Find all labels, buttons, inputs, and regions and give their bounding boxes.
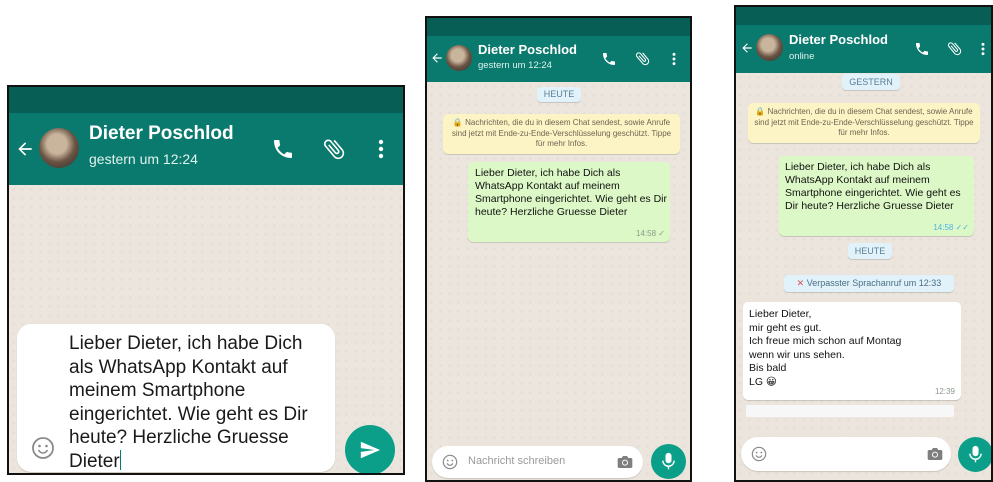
camera-icon[interactable]	[617, 455, 633, 469]
attachment-icon[interactable]	[634, 50, 651, 67]
chat-header: Dieter Poschlod gestern um 12:24	[9, 113, 403, 185]
message-input-bar[interactable]: Nachricht schreiben	[432, 446, 643, 478]
message-input[interactable]: Lieber Dieter, ich habe Dich als WhatsAp…	[69, 332, 319, 473]
encryption-notice[interactable]: 🔒 Nachrichten, die du in diesem Chat sen…	[748, 103, 980, 143]
message-text: Lieber Dieter, mir geht es gut. Ich freu…	[749, 308, 901, 389]
menu-icon[interactable]	[670, 51, 678, 67]
contact-name[interactable]: Dieter Poschlod	[89, 123, 234, 145]
phone-icon[interactable]	[271, 137, 295, 161]
phone-icon[interactable]	[914, 41, 930, 57]
date-chip-yesterday: GESTERN	[842, 74, 900, 90]
message-line: mir geht es gut.	[749, 321, 822, 334]
emoji-icon[interactable]	[31, 436, 55, 460]
message-line: LG 😀	[749, 375, 777, 388]
message-line: Bis bald	[749, 362, 787, 374]
missed-call-icon: ✕	[796, 278, 805, 288]
date-chip: HEUTE	[537, 87, 581, 102]
last-seen: gestern um 12:24	[478, 60, 552, 71]
encryption-notice[interactable]: 🔒 Nachrichten, die du in diesem Chat sen…	[443, 114, 680, 154]
avatar[interactable]	[756, 34, 783, 61]
contact-name[interactable]: Dieter Poschlod	[789, 32, 888, 47]
date-chip-today: HEUTE	[848, 243, 892, 259]
message-input[interactable]: Nachricht schreiben	[468, 455, 565, 467]
menu-icon[interactable]	[375, 137, 387, 161]
message-line: Lieber Dieter,	[749, 308, 812, 320]
chat-header: Dieter Poschlod online	[736, 25, 991, 73]
screenshot-sent: Dieter Poschlod gestern um 12:24 HEUTE 🔒…	[425, 16, 692, 482]
message-time: 12:39	[934, 387, 955, 396]
message-input-bar[interactable]	[741, 437, 951, 471]
voice-button[interactable]	[958, 437, 991, 472]
missed-call-text: Verpasster Sprachanruf um 12:33	[806, 278, 942, 288]
message-line: wenn wir uns sehen.	[749, 348, 845, 361]
chat-header: Dieter Poschlod gestern um 12:24	[427, 36, 690, 82]
message-text: Lieber Dieter, ich habe Dich als WhatsAp…	[475, 167, 668, 218]
microphone-icon	[662, 452, 675, 470]
send-icon	[360, 441, 381, 459]
microphone-icon	[969, 445, 982, 463]
status-bar	[736, 7, 991, 25]
status-bar	[9, 87, 403, 113]
back-arrow-icon[interactable]	[430, 51, 444, 65]
typing-strip	[746, 405, 954, 417]
missed-call-notice[interactable]: ✕ Verpasster Sprachanruf um 12:33	[784, 275, 954, 292]
attachment-icon[interactable]	[321, 136, 347, 162]
back-arrow-icon[interactable]	[740, 41, 754, 55]
send-button[interactable]	[345, 425, 395, 473]
compose-box[interactable]: Lieber Dieter, ich habe Dich als WhatsAp…	[17, 324, 335, 472]
received-message[interactable]: Lieber Dieter, mir geht es gut. Ich freu…	[743, 302, 961, 400]
emoji-icon[interactable]	[751, 446, 767, 462]
screenshot-compose: Dieter Poschlod gestern um 12:24 Lieber …	[7, 85, 405, 475]
online-status: online	[789, 51, 815, 62]
message-text: Lieber Dieter, ich habe Dich als WhatsAp…	[785, 161, 961, 212]
phone-icon[interactable]	[601, 51, 617, 67]
attachment-icon[interactable]	[946, 40, 963, 57]
avatar[interactable]	[39, 128, 79, 168]
message-time: 14:58 ✓✓	[933, 223, 969, 232]
last-seen: gestern um 12:24	[89, 151, 198, 167]
menu-icon[interactable]	[979, 41, 987, 57]
contact-name[interactable]: Dieter Poschlod	[478, 42, 577, 57]
sent-message[interactable]: Lieber Dieter, ich habe Dich als WhatsAp…	[779, 156, 974, 236]
message-line: Ich freue mich schon auf Montag	[749, 335, 902, 347]
screenshot-reply: Dieter Poschlod online GESTERN 🔒 Nachric…	[734, 5, 993, 482]
sent-message[interactable]: Lieber Dieter, ich habe Dich als WhatsAp…	[468, 162, 670, 242]
message-time: 14:58 ✓	[636, 229, 665, 238]
voice-button[interactable]	[651, 444, 686, 479]
camera-icon[interactable]	[927, 447, 943, 461]
back-arrow-icon[interactable]	[15, 139, 35, 159]
text-cursor	[119, 449, 122, 470]
avatar[interactable]	[446, 45, 472, 71]
message-input-text: Lieber Dieter, ich habe Dich als WhatsAp…	[69, 333, 308, 472]
status-bar	[427, 18, 690, 36]
emoji-icon[interactable]	[442, 454, 458, 470]
